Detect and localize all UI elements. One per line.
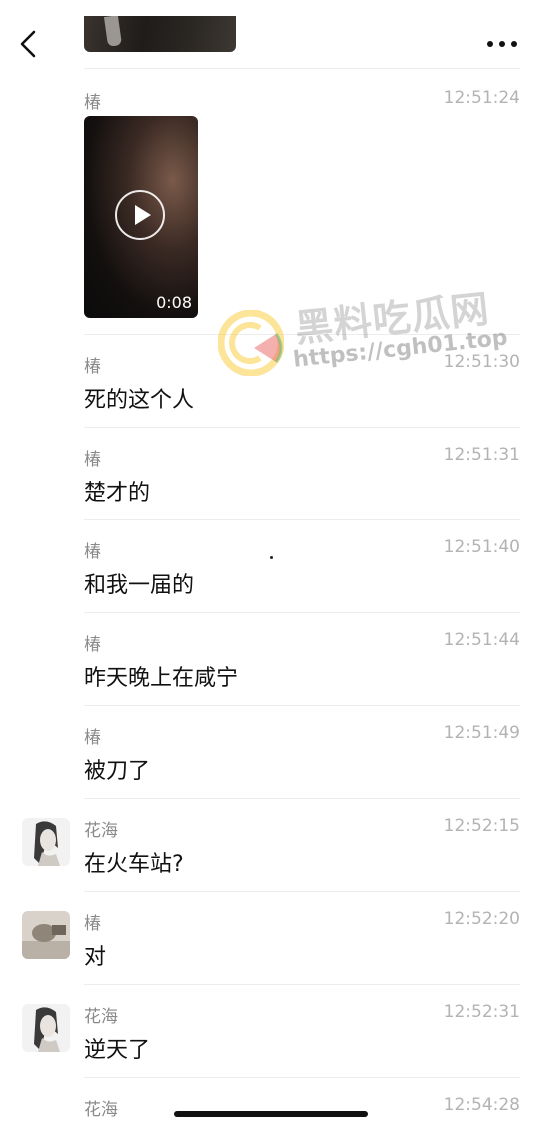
sender-name: 椿 bbox=[84, 914, 101, 934]
message-time: 12:51:44 bbox=[443, 630, 520, 650]
chat-message: 椿 12:52:20 对 bbox=[0, 909, 542, 971]
message-time: 12:51:49 bbox=[443, 723, 520, 743]
back-button[interactable] bbox=[14, 28, 46, 60]
chat-message: 椿 12:51:44 昨天晚上在咸宁 bbox=[0, 630, 542, 692]
divider bbox=[84, 984, 520, 985]
divider bbox=[84, 427, 520, 428]
message-text[interactable]: 死的这个人 bbox=[84, 382, 194, 414]
message-time: 12:54:28 bbox=[443, 1095, 520, 1115]
avatar-portrait-icon bbox=[22, 818, 70, 866]
avatar[interactable] bbox=[22, 1004, 70, 1052]
divider bbox=[84, 519, 520, 520]
sender-name: 椿 bbox=[84, 93, 101, 113]
sender-name: 椿 bbox=[84, 357, 101, 377]
divider bbox=[84, 705, 520, 706]
knife-image bbox=[103, 16, 123, 47]
message-text[interactable]: 昨天晚上在咸宁 bbox=[84, 660, 238, 692]
more-button[interactable] bbox=[484, 34, 520, 54]
more-dots-icon bbox=[487, 41, 517, 47]
message-text[interactable]: 在火车站? bbox=[84, 846, 184, 878]
divider bbox=[84, 68, 520, 69]
message-text[interactable]: 对 bbox=[84, 939, 106, 971]
chat-message: 花海 12:52:31 逆天了 bbox=[0, 1002, 542, 1064]
avatar-portrait-icon bbox=[22, 1004, 70, 1052]
divider bbox=[84, 334, 520, 335]
chat-message: 椿 12:51:31 楚才的 bbox=[0, 445, 542, 507]
stray-dot bbox=[270, 556, 273, 559]
divider bbox=[84, 891, 520, 892]
sender-name: 椿 bbox=[84, 635, 101, 655]
image-message-thumbnail[interactable] bbox=[84, 16, 236, 52]
avatar-photo-icon bbox=[22, 911, 70, 959]
video-thumbnail[interactable]: 0:08 bbox=[84, 116, 198, 318]
message-time: 12:51:31 bbox=[443, 445, 520, 465]
video-message: 椿 12:51:24 bbox=[0, 88, 542, 318]
message-time: 12:51:30 bbox=[443, 352, 520, 372]
chat-message: 椿 12:51:30 死的这个人 bbox=[0, 352, 542, 414]
message-time: 12:52:20 bbox=[443, 909, 520, 929]
divider bbox=[84, 612, 520, 613]
message-time: 12:51:24 bbox=[443, 88, 520, 108]
chevron-left-icon bbox=[20, 30, 36, 58]
message-time: 12:52:31 bbox=[443, 1002, 520, 1022]
avatar[interactable] bbox=[22, 818, 70, 866]
message-text[interactable]: 被刀了 bbox=[84, 753, 150, 785]
sender-name: 花海 bbox=[84, 1100, 118, 1120]
divider bbox=[84, 798, 520, 799]
message-time: 12:51:40 bbox=[443, 537, 520, 557]
play-icon[interactable] bbox=[115, 190, 165, 240]
sender-name: 花海 bbox=[84, 1007, 118, 1027]
avatar[interactable] bbox=[22, 911, 70, 959]
message-text[interactable]: 和我一届的 bbox=[84, 567, 194, 599]
sender-name: 椿 bbox=[84, 728, 101, 748]
message-text[interactable]: 楚才的 bbox=[84, 475, 150, 507]
chat-message: 花海 12:52:15 在火车站? bbox=[0, 816, 542, 878]
chat-message: 椿 12:51:49 被刀了 bbox=[0, 723, 542, 785]
sender-name: 椿 bbox=[84, 542, 101, 562]
divider bbox=[84, 1077, 520, 1078]
video-duration: 0:08 bbox=[156, 293, 192, 312]
message-text[interactable]: 逆天了 bbox=[84, 1032, 150, 1064]
message-time: 12:52:15 bbox=[443, 816, 520, 836]
sender-name: 椿 bbox=[84, 450, 101, 470]
sender-name: 花海 bbox=[84, 821, 118, 841]
chat-message: 花海 12:54:28 bbox=[0, 1095, 542, 1125]
chat-message: 椿 12:51:40 和我一届的 bbox=[0, 537, 542, 599]
home-indicator[interactable] bbox=[174, 1111, 368, 1117]
